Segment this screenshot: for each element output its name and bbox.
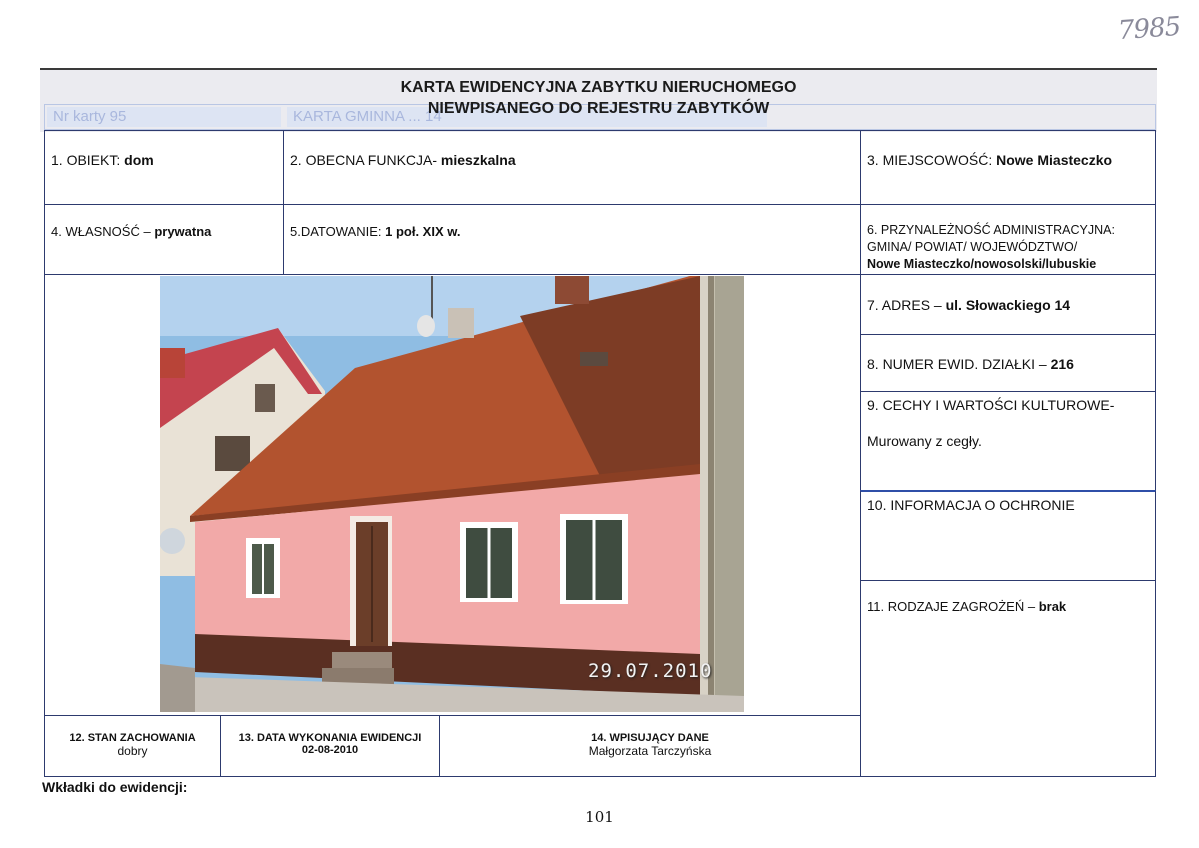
cell-zagrozenia: 11. RODZAJE ZAGROŻEŃ – brak	[860, 580, 1156, 777]
form-title: KARTA EWIDENCYJNA ZABYTKU NIERUCHOMEGO N…	[40, 77, 1157, 119]
wpisujacy-value: Małgorzata Tarczyńska	[588, 744, 712, 758]
data-label: 13. DATA WYKONANIA EWIDENCJI	[238, 732, 422, 744]
wpisujacy-label: 14. WPISUJĄCY DANE	[591, 732, 709, 744]
cell-cechy: 9. CECHY I WARTOŚCI KULTUROWE- Murowany …	[860, 391, 1156, 491]
cell-miejscowosc: 3. MIEJSCOWOŚĆ: Nowe Miasteczko	[860, 130, 1156, 205]
form-title-line1: KARTA EWIDENCYJNA ZABYTKU NIERUCHOMEGO	[400, 79, 797, 96]
cell-obiekt: 1. OBIEKT: dom	[44, 130, 284, 205]
cell-funkcja: 2. OBECNA FUNKCJA- mieszkalna	[283, 130, 861, 205]
numer-dzialki-value: 216	[1050, 356, 1074, 372]
zagrozenia-value: brak	[1038, 599, 1067, 614]
adres-label: 7. ADRES –	[867, 297, 946, 313]
stan-value: dobry	[117, 744, 148, 758]
cell-ochrona: 10. INFORMACJA O OCHRONIE	[860, 490, 1156, 581]
cell-numer-dzialki: 8. NUMER EWID. DZIAŁKI – 216	[860, 334, 1156, 392]
cell-przynaleznosc: 6. PRZYNALEŻNOŚĆ ADMINISTRACYJNA: GMINA/…	[860, 204, 1156, 275]
miejscowosc-label: 3. MIEJSCOWOŚĆ:	[867, 152, 997, 168]
obiekt-label: 1. OBIEKT:	[51, 152, 125, 168]
adres-value: ul. Słowackiego 14	[945, 297, 1071, 313]
cell-wpisujacy: 14. WPISUJĄCY DANE Małgorzata Tarczyńska	[439, 715, 861, 777]
wlasnosc-value: prywatna	[154, 224, 212, 239]
wlasnosc-label: 4. WŁASNOŚĆ –	[51, 224, 155, 239]
form-title-line2: NIEWPISANEGO DO REJESTRU ZABYTKÓW	[427, 100, 770, 117]
miejscowosc-value: Nowe Miasteczko	[996, 152, 1113, 168]
cechy-value: Murowany z cegły.	[867, 433, 982, 449]
zagrozenia-label: 11. RODZAJE ZAGROŻEŃ –	[867, 599, 1039, 614]
house-photo: 29.07.2010	[160, 276, 744, 712]
przynaleznosc-label-1: 6. PRZYNALEŻNOŚĆ ADMINISTRACYJNA:	[867, 223, 1115, 237]
numer-dzialki-label: 8. NUMER EWID. DZIAŁKI –	[867, 356, 1051, 372]
funkcja-value: mieszkalna	[440, 152, 516, 168]
przynaleznosc-label-2: GMINA/ POWIAT/ WOJEWÓDZTWO/	[867, 240, 1078, 254]
funkcja-label: 2. OBECNA FUNKCJA-	[290, 152, 441, 168]
obiekt-value: dom	[124, 152, 154, 168]
cechy-label: 9. CECHY I WARTOŚCI KULTUROWE-	[867, 397, 1115, 413]
cell-adres: 7. ADRES – ul. Słowackiego 14	[860, 274, 1156, 335]
datowanie-value: 1 poł. XIX w.	[385, 224, 461, 239]
cell-wlasnosc: 4. WŁASNOŚĆ – prywatna	[44, 204, 284, 275]
page-number: 101	[585, 808, 614, 826]
ochrona-label: 10. INFORMACJA O OCHRONIE	[867, 497, 1075, 513]
stan-label: 12. STAN ZACHOWANIA	[69, 732, 196, 744]
handwritten-number: 7985	[1117, 11, 1182, 47]
wkladki-label: Wkładki do ewidencji:	[42, 779, 188, 795]
cell-stan: 12. STAN ZACHOWANIA dobry	[44, 715, 221, 777]
przynaleznosc-value: Nowe Miasteczko/nowosolski/lubuskie	[867, 257, 1097, 271]
cell-datowanie: 5.DATOWANIE: 1 poł. XIX w.	[283, 204, 861, 275]
cell-data: 13. DATA WYKONANIA EWIDENCJI 02-08-2010	[220, 715, 440, 777]
datowanie-label: 5.DATOWANIE:	[290, 224, 386, 239]
photo-date-stamp: 29.07.2010	[588, 660, 713, 682]
data-value: 02-08-2010	[301, 744, 359, 756]
